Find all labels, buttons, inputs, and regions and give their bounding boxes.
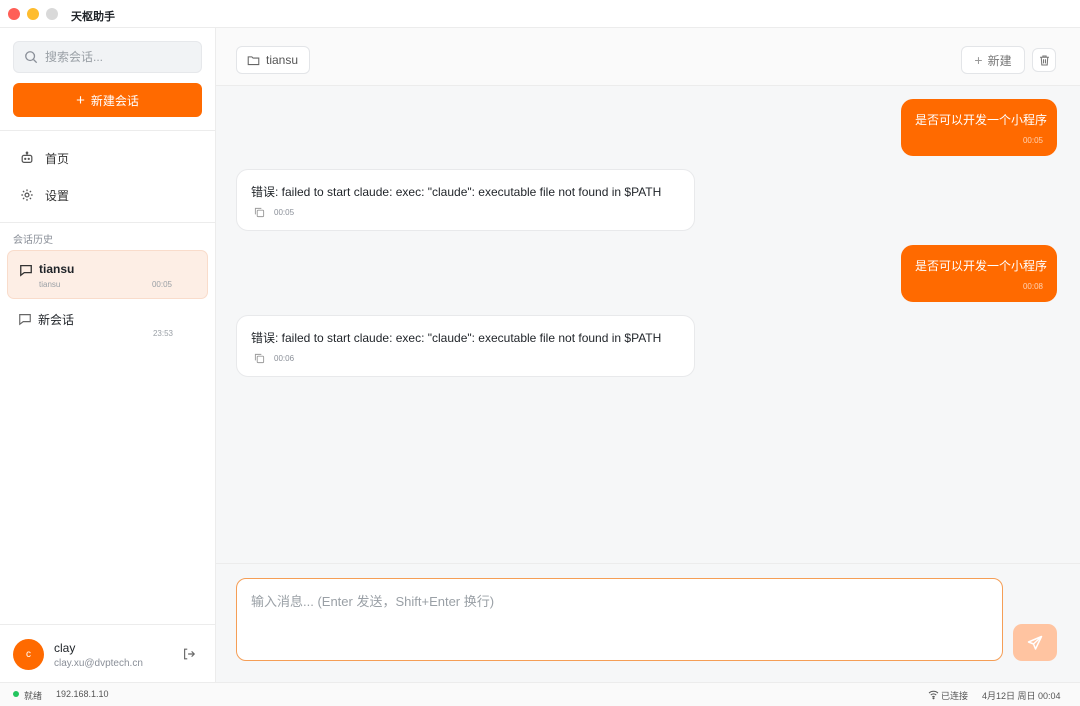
user-email: clay.xu@dvptech.cn [54,658,143,669]
chat-bubble-icon [19,314,31,326]
gear-icon [21,189,33,201]
assistant-message: 错误: failed to start claude: exec: "claud… [236,169,695,231]
status-bar: 就绪 192.168.1.10 已连接 4月12日 周日 00:04 [0,682,1080,706]
sidebar: + 新建会话 首页 设置 会话历史 tiansu tiansu 00:05 新会… [0,28,216,682]
conversation-subtitle: tiansu [39,280,61,289]
nav-item-label: 设置 [45,188,70,203]
send-button[interactable] [1013,624,1057,661]
message-time: 00:08 [1022,282,1043,291]
send-icon [1027,635,1043,650]
user-message: 是否可以开发一个小程序 00:08 [901,245,1057,302]
avatar[interactable]: c [13,639,44,670]
trash-icon [1039,55,1049,65]
divider [0,222,215,223]
assistant-message: 错误: failed to start claude: exec: "claud… [236,315,695,377]
nav-item-settings[interactable]: 设置 [20,185,69,205]
status-text: 就绪 [24,691,43,701]
message-time: 00:05 [1022,136,1043,145]
plus-icon: + [974,52,983,68]
ip-address: 192.168.1.10 [56,689,109,699]
chat-main: tiansu + 新建 是否可以开发一个小程序 00:05 错误: failed… [216,28,1080,682]
message-text: 错误: failed to start claude: exec: "claud… [251,185,662,199]
nav-item-label: 首页 [45,151,70,166]
robot-icon [21,151,33,163]
message-time: 00:06 [274,354,295,363]
conversation-item[interactable]: 新会话 23:53 [7,300,208,349]
copy-icon[interactable] [254,207,265,218]
divider [0,130,215,131]
conversation-name: tiansu [39,262,75,276]
wifi-icon [928,690,939,700]
composer [216,563,1080,682]
chat-toolbar: tiansu + 新建 [216,28,1080,86]
window-minimize-button[interactable] [27,8,39,20]
folder-icon [247,55,260,65]
message-input[interactable] [236,578,1003,661]
workspace-folder-label: tiansu [266,53,299,67]
message-time: 00:05 [274,208,295,217]
message-text: 是否可以开发一个小程序 [915,113,1048,127]
window-close-button[interactable] [8,8,20,20]
conversation-time: 23:53 [152,329,173,338]
search-box[interactable] [13,41,202,73]
logout-icon[interactable] [182,647,196,661]
message-text: 是否可以开发一个小程序 [915,259,1048,273]
conversation-item[interactable]: tiansu tiansu 00:05 [7,250,208,299]
history-section-label: 会话历史 [13,235,53,246]
window-maximize-button[interactable] [46,8,58,20]
user-profile: c clay clay.xu@dvptech.cn [0,624,215,682]
delete-button[interactable] [1032,48,1056,72]
app-title: 天枢助手 [71,11,115,23]
conversation-time: 00:05 [151,280,172,289]
conversation-name: 新会话 [38,313,75,327]
chat-bubble-icon [20,264,32,277]
new-button[interactable]: + 新建 [961,46,1025,74]
status-indicator [13,691,19,697]
datetime: 4月12日 周日 00:04 [982,691,1061,701]
new-chat-button[interactable]: + 新建会话 [13,83,202,117]
user-message: 是否可以开发一个小程序 00:05 [901,99,1057,156]
user-name: clay [54,641,76,655]
connection-status: 已连接 [941,691,969,701]
new-chat-label: 新建会话 [90,93,139,108]
search-icon [25,51,38,64]
search-input[interactable] [45,42,195,72]
message-text: 错误: failed to start claude: exec: "claud… [251,331,662,345]
workspace-folder-button[interactable]: tiansu [236,46,310,74]
new-button-label: 新建 [987,53,1012,68]
nav-item-home[interactable]: 首页 [20,148,69,168]
title-bar: 天枢助手 [0,0,1080,28]
copy-icon[interactable] [254,353,265,364]
plus-icon: + [76,91,85,109]
